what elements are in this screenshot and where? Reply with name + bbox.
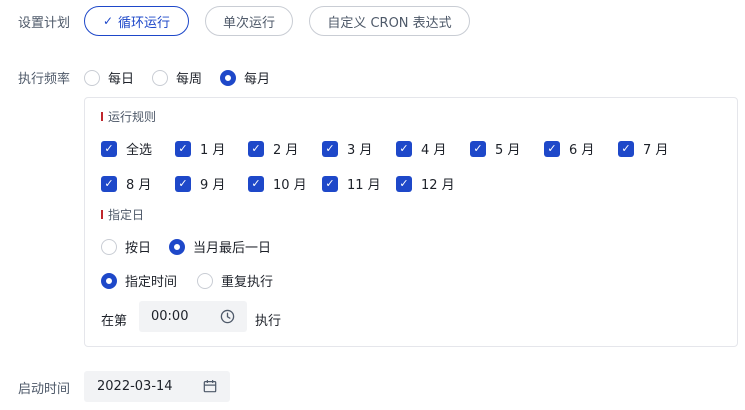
radio-icon — [197, 272, 213, 289]
frequency-option-monthly[interactable]: 每月 — [220, 68, 270, 87]
time-prefix: 在第 — [101, 314, 128, 329]
checkbox-checked-icon: ✓ — [175, 175, 191, 192]
checkbox-label: 9 月 — [200, 178, 226, 193]
checkbox-label: 7 月 — [643, 143, 669, 158]
radio-icon — [101, 238, 117, 255]
radio-label: 按日 — [125, 241, 152, 256]
checkbox-month-5[interactable]: ✓ 5 月 — [470, 139, 520, 158]
schedule-option-label: 自定义 CRON 表达式 — [327, 15, 452, 31]
start-date-input[interactable]: 2022-03-14 — [84, 371, 230, 402]
checkbox-checked-icon: ✓ — [396, 175, 412, 192]
day-option-by-day[interactable]: 按日 — [101, 237, 151, 256]
calendar-icon — [203, 380, 217, 393]
monthly-settings-panel: 运行规则 ✓ 全选 ✓ 1 月 ✓ 2 月 ✓ 3 月 ✓ 4 月 ✓ 5 月 … — [84, 97, 738, 347]
checkbox-select-all[interactable]: ✓ 全选 — [101, 139, 152, 158]
checkbox-checked-icon: ✓ — [248, 140, 264, 157]
day-option-last-day[interactable]: 当月最后一日 — [169, 237, 271, 256]
schedule-option-label: 单次运行 — [222, 15, 275, 31]
rules-title: 运行规则 — [101, 108, 156, 125]
time-input-value: 00:00 — [151, 309, 189, 324]
radio-selected-icon — [169, 238, 185, 255]
check-icon: ✓ — [102, 14, 114, 28]
checkbox-month-8[interactable]: ✓ 8 月 — [101, 174, 151, 193]
checkbox-checked-icon: ✓ — [248, 175, 264, 192]
checkbox-month-10[interactable]: ✓ 10 月 — [248, 174, 307, 193]
time-input[interactable]: 00:00 — [139, 301, 247, 332]
checkbox-month-4[interactable]: ✓ 4 月 — [396, 139, 446, 158]
checkbox-month-11[interactable]: ✓ 11 月 — [322, 174, 381, 193]
radio-label: 当月最后一日 — [193, 241, 272, 256]
checkbox-label: 6 月 — [569, 143, 595, 158]
schedule-option-loop[interactable]: ✓ 循环运行 — [84, 6, 189, 36]
checkbox-checked-icon: ✓ — [470, 140, 486, 157]
checkbox-checked-icon: ✓ — [175, 140, 191, 157]
radio-label: 每月 — [244, 72, 271, 87]
section-marker — [101, 112, 103, 121]
day-title-text: 指定日 — [108, 208, 145, 222]
radio-selected-icon — [220, 69, 236, 86]
schedule-option-once[interactable]: 单次运行 — [205, 6, 293, 36]
radio-label: 指定时间 — [125, 275, 178, 290]
time-option-repeat[interactable]: 重复执行 — [197, 271, 273, 290]
checkbox-label: 12 月 — [421, 178, 455, 193]
checkbox-label: 8 月 — [126, 178, 152, 193]
checkbox-checked-icon: ✓ — [322, 140, 338, 157]
checkbox-month-2[interactable]: ✓ 2 月 — [248, 139, 298, 158]
checkbox-label: 全选 — [126, 143, 153, 158]
checkbox-checked-icon: ✓ — [396, 140, 412, 157]
clock-icon — [220, 309, 235, 324]
checkbox-month-1[interactable]: ✓ 1 月 — [175, 139, 225, 158]
frequency-option-daily[interactable]: 每日 — [84, 68, 134, 87]
checkbox-checked-icon: ✓ — [618, 140, 634, 157]
checkbox-month-3[interactable]: ✓ 3 月 — [322, 139, 372, 158]
checkbox-checked-icon: ✓ — [322, 175, 338, 192]
checkbox-month-7[interactable]: ✓ 7 月 — [618, 139, 668, 158]
radio-label: 重复执行 — [221, 275, 274, 290]
start-date-value: 2022-03-14 — [97, 379, 173, 394]
radio-icon — [152, 69, 168, 86]
radio-label: 每日 — [108, 72, 135, 87]
checkbox-label: 5 月 — [495, 143, 521, 158]
checkbox-checked-icon: ✓ — [101, 175, 117, 192]
checkbox-month-12[interactable]: ✓ 12 月 — [396, 174, 455, 193]
checkbox-checked-icon: ✓ — [101, 140, 117, 157]
checkbox-label: 2 月 — [273, 143, 299, 158]
frequency-option-weekly[interactable]: 每周 — [152, 68, 202, 87]
time-option-specific[interactable]: 指定时间 — [101, 271, 177, 290]
radio-selected-icon — [101, 272, 117, 289]
schedule-label: 设置计划 — [18, 16, 71, 31]
checkbox-label: 4 月 — [421, 143, 447, 158]
checkbox-label: 10 月 — [273, 178, 307, 193]
frequency-label: 执行频率 — [18, 72, 71, 87]
start-label: 启动时间 — [18, 382, 71, 397]
schedule-option-cron[interactable]: 自定义 CRON 表达式 — [309, 6, 470, 36]
checkbox-month-6[interactable]: ✓ 6 月 — [544, 139, 594, 158]
rules-title-text: 运行规则 — [108, 110, 157, 124]
checkbox-label: 3 月 — [347, 143, 373, 158]
checkbox-checked-icon: ✓ — [544, 140, 560, 157]
checkbox-month-9[interactable]: ✓ 9 月 — [175, 174, 225, 193]
time-suffix: 执行 — [255, 314, 282, 329]
day-title: 指定日 — [101, 206, 144, 223]
checkbox-label: 11 月 — [347, 178, 381, 193]
section-marker — [101, 210, 103, 219]
schedule-option-label: 循环运行 — [118, 15, 171, 31]
radio-icon — [84, 69, 100, 86]
radio-label: 每周 — [176, 72, 203, 87]
checkbox-label: 1 月 — [200, 143, 226, 158]
